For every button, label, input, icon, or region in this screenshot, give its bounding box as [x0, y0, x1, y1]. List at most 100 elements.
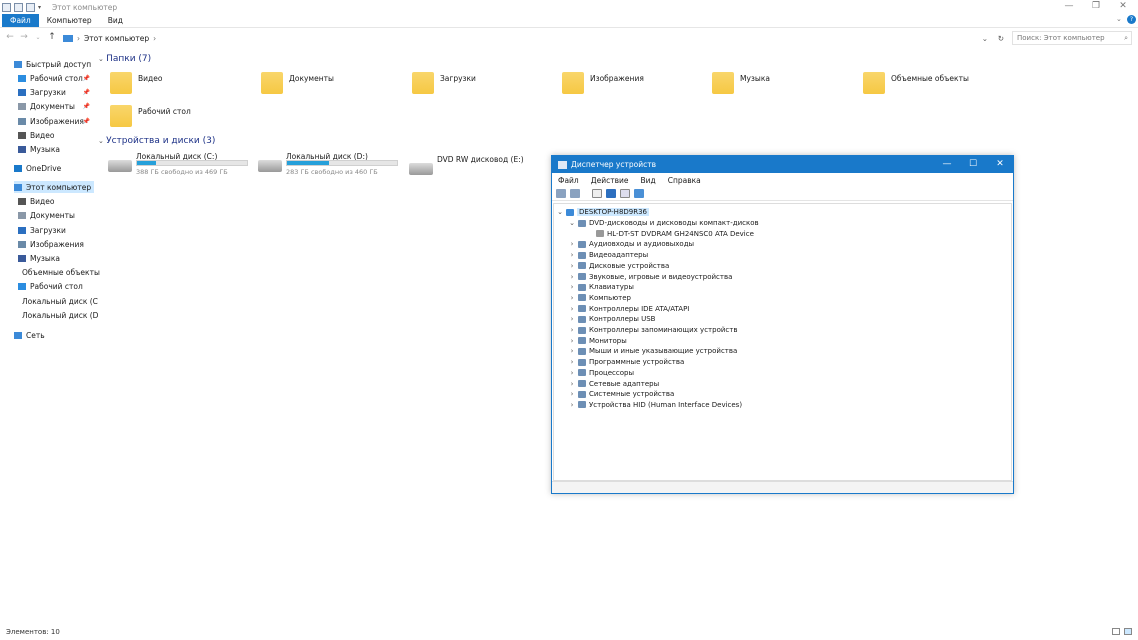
chevron-right-icon[interactable]: ›	[568, 347, 576, 355]
menu-view[interactable]: Вид	[634, 176, 661, 185]
forward-button[interactable]: →	[18, 32, 30, 42]
sidebar-item[interactable]: Локальный диск (C	[18, 295, 98, 307]
folder-item[interactable]: Объемные объекты	[863, 72, 1003, 98]
tree-category[interactable]: › Дисковые устройства	[568, 261, 670, 271]
tree-category[interactable]: › Программные устройства	[568, 357, 685, 367]
up-button[interactable]: ↑	[46, 32, 58, 42]
tree-device[interactable]: HL-DT-ST DVDRAM GH24NSC0 ATA Device	[586, 229, 754, 239]
folders-group-header[interactable]: ⌄ Папки (7)	[98, 54, 151, 64]
pin-icon[interactable]: 📌	[83, 118, 90, 125]
dropdown-icon[interactable]: ▾	[38, 4, 41, 11]
tree-category[interactable]: › Сетевые адаптеры	[568, 379, 660, 389]
tree-category[interactable]: › Процессоры	[568, 368, 634, 378]
tree-category[interactable]: › Устройства HID (Human Interface Devices…	[568, 400, 742, 410]
menu-action[interactable]: Действие	[585, 176, 635, 185]
chevron-right-icon[interactable]: ›	[568, 326, 576, 334]
chevron-right-icon[interactable]: ›	[568, 262, 576, 270]
chevron-right-icon[interactable]: ›	[568, 380, 576, 388]
view-icon[interactable]	[620, 189, 630, 198]
drive-item[interactable]: Локальный диск (C:) 388 ГБ свободно из 46…	[106, 152, 256, 180]
tree-category[interactable]: › Контроллеры запоминающих устройств	[568, 325, 738, 335]
sidebar-item[interactable]: Этот компьютер	[14, 181, 94, 193]
pin-icon[interactable]: 📌	[83, 103, 90, 110]
refresh-icon[interactable]: ↻	[998, 34, 1004, 43]
sidebar-item[interactable]: Загрузки	[18, 224, 94, 236]
chevron-right-icon[interactable]: ›	[568, 240, 576, 248]
tree-category[interactable]: › Мониторы	[568, 336, 627, 346]
properties-icon[interactable]	[14, 2, 23, 12]
sidebar-item[interactable]: Музыка	[18, 252, 94, 264]
chevron-right-icon[interactable]: ›	[568, 273, 576, 281]
sidebar-item[interactable]: Сеть	[14, 329, 94, 341]
scan-hardware-icon[interactable]	[634, 189, 644, 198]
sidebar-item[interactable]: Быстрый доступ	[14, 58, 94, 70]
restore-button[interactable]: ❐	[1083, 0, 1109, 14]
chevron-down-icon[interactable]: ⌄	[982, 34, 988, 43]
chevron-right-icon[interactable]: ›	[568, 251, 576, 259]
chevron-right-icon[interactable]: ›	[568, 390, 576, 398]
menu-help[interactable]: Справка	[662, 176, 707, 185]
tree-category[interactable]: › Системные устройства	[568, 389, 675, 399]
chevron-down-icon[interactable]: ⌄	[556, 208, 564, 216]
folder-item[interactable]: Музыка	[712, 72, 852, 98]
chevron-right-icon[interactable]: ›	[568, 369, 576, 377]
new-folder-icon[interactable]	[26, 2, 35, 12]
sidebar-item[interactable]: OneDrive	[14, 162, 94, 174]
sidebar-item[interactable]: Документы	[18, 209, 94, 221]
tiles-view-icon[interactable]	[1124, 628, 1132, 635]
drive-item[interactable]: Локальный диск (D:) 283 ГБ свободно из 46…	[256, 152, 406, 180]
chevron-down-icon[interactable]: ⌄	[568, 219, 576, 227]
chevron-right-icon[interactable]: ›	[568, 294, 576, 302]
back-icon[interactable]	[556, 189, 566, 198]
sidebar-item[interactable]: Видео	[18, 195, 94, 207]
devices-group-header[interactable]: ⌄ Устройства и диски (3)	[98, 136, 215, 146]
pin-icon[interactable]: 📌	[83, 75, 90, 82]
tree-category[interactable]: › Контроллеры IDE ATA/ATAPI	[568, 304, 690, 314]
tree-category[interactable]: › Аудиовходы и аудиовыходы	[568, 239, 694, 249]
help-icon[interactable]: ?	[1127, 15, 1136, 24]
chevron-right-icon[interactable]: ›	[568, 358, 576, 366]
chevron-down-icon[interactable]: ⌄	[1116, 15, 1122, 23]
close-button[interactable]: ✕	[1110, 0, 1136, 14]
search-input[interactable]: Поиск: Этот компьютер ⌕	[1012, 31, 1132, 45]
forward-icon[interactable]	[570, 189, 580, 198]
dm-close-button[interactable]: ✕	[987, 156, 1013, 173]
chevron-down-icon[interactable]: ⌄	[32, 34, 44, 41]
help-icon[interactable]	[606, 189, 616, 198]
folder-item[interactable]: Рабочий стол	[110, 105, 250, 131]
chevron-right-icon[interactable]: ›	[568, 305, 576, 313]
folder-item[interactable]: Загрузки	[412, 72, 552, 98]
tree-category[interactable]: › Клавиатуры	[568, 282, 634, 292]
dm-maximize-button[interactable]: ☐	[960, 156, 986, 173]
sidebar-item[interactable]: Рабочий стол	[18, 280, 94, 292]
menu-file[interactable]: Файл	[552, 176, 585, 185]
tree-category[interactable]: › Видеоадаптеры	[568, 250, 649, 260]
tree-category[interactable]: › Мыши и иные указывающие устройства	[568, 346, 738, 356]
tree-category[interactable]: ⌄ DVD-дисководы и дисководы компакт-диско…	[568, 218, 759, 228]
address-path[interactable]: › Этот компьютер › ⌄ ↻	[62, 31, 1007, 45]
tree-root[interactable]: ⌄ DESKTOP-H8D9R36	[556, 207, 650, 217]
sidebar-item[interactable]: Изображения	[18, 238, 94, 250]
chevron-right-icon[interactable]: ›	[568, 283, 576, 291]
tree-category[interactable]: › Контроллеры USB	[568, 314, 656, 324]
tab-file[interactable]: Файл	[2, 14, 39, 27]
sidebar-item[interactable]: Изображения 📌	[18, 115, 94, 127]
pin-icon[interactable]: 📌	[83, 89, 90, 96]
minimize-button[interactable]: —	[1056, 0, 1082, 14]
tree-category[interactable]: › Компьютер	[568, 293, 631, 303]
drive-item[interactable]: DVD RW дисковод (E:)	[407, 155, 557, 183]
chevron-right-icon[interactable]: ›	[568, 337, 576, 345]
properties-icon[interactable]	[592, 189, 602, 198]
folder-item[interactable]: Изображения	[562, 72, 702, 98]
sidebar-item[interactable]: Локальный диск (D	[18, 309, 98, 321]
sidebar-item[interactable]: Видео	[18, 129, 94, 141]
sidebar-item[interactable]: Рабочий стол 📌	[18, 72, 94, 84]
chevron-right-icon[interactable]: ›	[568, 401, 576, 409]
folder-item[interactable]: Документы	[261, 72, 401, 98]
dm-minimize-button[interactable]: —	[934, 156, 960, 173]
tab-computer[interactable]: Компьютер	[39, 14, 100, 27]
sidebar-item[interactable]: Объемные объекты	[18, 266, 100, 278]
chevron-right-icon[interactable]: ›	[568, 315, 576, 323]
tab-view[interactable]: Вид	[100, 14, 131, 27]
folder-item[interactable]: Видео	[110, 72, 250, 98]
